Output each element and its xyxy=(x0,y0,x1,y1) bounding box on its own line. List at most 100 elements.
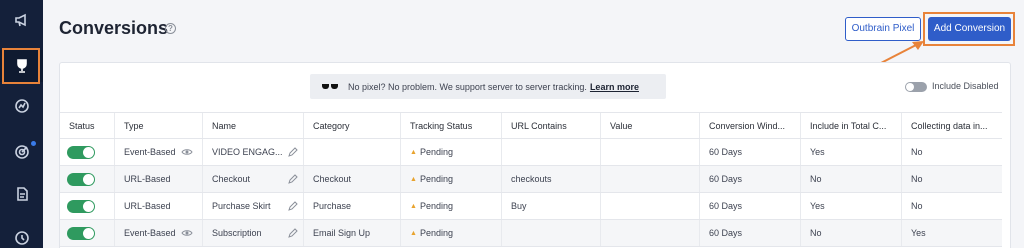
edit-icon[interactable] xyxy=(287,174,298,185)
url-cell xyxy=(502,139,601,165)
window-cell: 60 Days xyxy=(700,193,801,219)
collecting-cell: Yes xyxy=(911,228,926,238)
name-text: Checkout xyxy=(212,174,251,184)
include-cell: Yes xyxy=(801,193,902,219)
window-cell: 60 Days xyxy=(700,166,801,192)
tracking-text: Pending xyxy=(419,228,453,238)
value-cell xyxy=(601,139,700,165)
url-cell: checkouts xyxy=(502,166,601,192)
name-cell: VIDEO ENGAG... xyxy=(203,139,304,165)
name-text: VIDEO ENGAG... xyxy=(212,147,283,157)
page-title: Conversions xyxy=(59,18,169,38)
table-row[interactable]: Event-Based VIDEO ENGAG... ▲ Pending 60 D… xyxy=(60,139,1002,166)
help-icon[interactable]: ? xyxy=(165,23,176,34)
column-header[interactable]: Status xyxy=(60,113,115,138)
collecting-cell: No xyxy=(911,201,923,211)
clock-icon[interactable] xyxy=(0,222,43,248)
value-cell xyxy=(601,166,700,192)
value-cell xyxy=(601,193,700,219)
column-header[interactable]: Conversion Wind... xyxy=(700,113,801,138)
eye-icon[interactable] xyxy=(181,229,193,237)
window-cell: 60 Days xyxy=(700,220,801,246)
status-cell xyxy=(60,139,115,165)
category-cell: Purchase xyxy=(304,193,401,219)
include-cell: No xyxy=(801,220,902,246)
category-cell xyxy=(304,139,401,165)
status-toggle[interactable] xyxy=(67,172,95,186)
tracking-cell: ▲ Pending xyxy=(401,193,502,219)
pending-icon: ▲ xyxy=(410,148,417,156)
column-header[interactable]: Tracking Status xyxy=(401,113,502,138)
name-cell: Purchase Skirt xyxy=(203,193,304,219)
type-cell: Event-Based xyxy=(115,139,203,165)
sunglasses-icon xyxy=(322,83,338,91)
column-header[interactable]: Collecting data in... xyxy=(902,113,1002,138)
column-header[interactable]: URL Contains xyxy=(502,113,601,138)
table-row[interactable]: URL-Based Checkout Checkout ▲ Pending che… xyxy=(60,166,1002,193)
edit-icon[interactable] xyxy=(287,147,298,158)
target-icon[interactable] xyxy=(0,136,43,168)
name-text: Subscription xyxy=(212,228,262,238)
notification-dot xyxy=(31,141,36,146)
column-header[interactable]: Value xyxy=(601,113,700,138)
include-cell: No xyxy=(801,166,902,192)
megaphone-icon[interactable] xyxy=(0,4,43,36)
analytics-icon[interactable] xyxy=(0,90,43,122)
status-toggle[interactable] xyxy=(67,145,95,159)
pending-icon: ▲ xyxy=(410,175,417,183)
name-text: Purchase Skirt xyxy=(212,201,271,211)
window-cell: 60 Days xyxy=(700,139,801,165)
column-header[interactable]: Include in Total C... xyxy=(801,113,902,138)
edit-icon[interactable] xyxy=(287,228,298,239)
collecting-cell: No xyxy=(911,174,923,184)
name-cell: Subscription xyxy=(203,220,304,246)
edit-icon[interactable] xyxy=(287,201,298,212)
name-cell: Checkout xyxy=(203,166,304,192)
status-cell xyxy=(60,220,115,246)
type-text: Event-Based xyxy=(124,147,176,157)
type-text: URL-Based xyxy=(124,174,171,184)
type-cell: Event-Based xyxy=(115,220,203,246)
column-header[interactable]: Type xyxy=(115,113,203,138)
table-row[interactable]: URL-Based Purchase Skirt Purchase ▲ Pendi… xyxy=(60,193,1002,220)
type-cell: URL-Based xyxy=(115,166,203,192)
tracking-cell: ▲ Pending xyxy=(401,220,502,246)
column-header[interactable]: Category xyxy=(304,113,401,138)
category-cell: Checkout xyxy=(304,166,401,192)
category-cell: Email Sign Up xyxy=(304,220,401,246)
status-cell xyxy=(60,193,115,219)
eye-icon[interactable] xyxy=(181,148,193,156)
status-toggle[interactable] xyxy=(67,199,95,213)
type-text: URL-Based xyxy=(124,201,171,211)
banner-text: No pixel? No problem. We support server … xyxy=(348,81,587,92)
add-conversion-button[interactable]: Add Conversion xyxy=(928,17,1011,41)
server-tracking-banner: No pixel? No problem. We support server … xyxy=(310,74,666,99)
tracking-cell: ▲ Pending xyxy=(401,166,502,192)
pending-icon: ▲ xyxy=(410,202,417,210)
include-disabled-label: Include Disabled xyxy=(932,81,999,91)
table-row[interactable]: Event-Based Subscription Email Sign Up ▲… xyxy=(60,220,1002,247)
pending-icon: ▲ xyxy=(410,229,417,237)
tracking-cell: ▲ Pending xyxy=(401,139,502,165)
table-header-row: Status Type Name Category Tracking Statu… xyxy=(60,112,1002,139)
column-header[interactable]: Name xyxy=(203,113,304,138)
tracking-text: Pending xyxy=(419,201,453,211)
url-cell: Buy xyxy=(502,193,601,219)
document-icon[interactable] xyxy=(0,178,43,210)
include-disabled-toggle[interactable] xyxy=(905,82,927,92)
conversions-panel: No pixel? No problem. We support server … xyxy=(59,62,1011,248)
type-cell: URL-Based xyxy=(115,193,203,219)
value-cell xyxy=(601,220,700,246)
active-item-highlight xyxy=(2,48,40,84)
tracking-text: Pending xyxy=(419,174,453,184)
sidebar xyxy=(0,0,43,248)
conversions-table: Status Type Name Category Tracking Statu… xyxy=(60,112,1002,247)
status-toggle[interactable] xyxy=(67,226,95,240)
status-cell xyxy=(60,166,115,192)
learn-more-link[interactable]: Learn more xyxy=(590,82,639,92)
url-cell xyxy=(502,220,601,246)
type-text: Event-Based xyxy=(124,228,176,238)
tracking-text: Pending xyxy=(419,147,453,157)
include-cell: Yes xyxy=(801,139,902,165)
collecting-cell: No xyxy=(911,147,923,157)
